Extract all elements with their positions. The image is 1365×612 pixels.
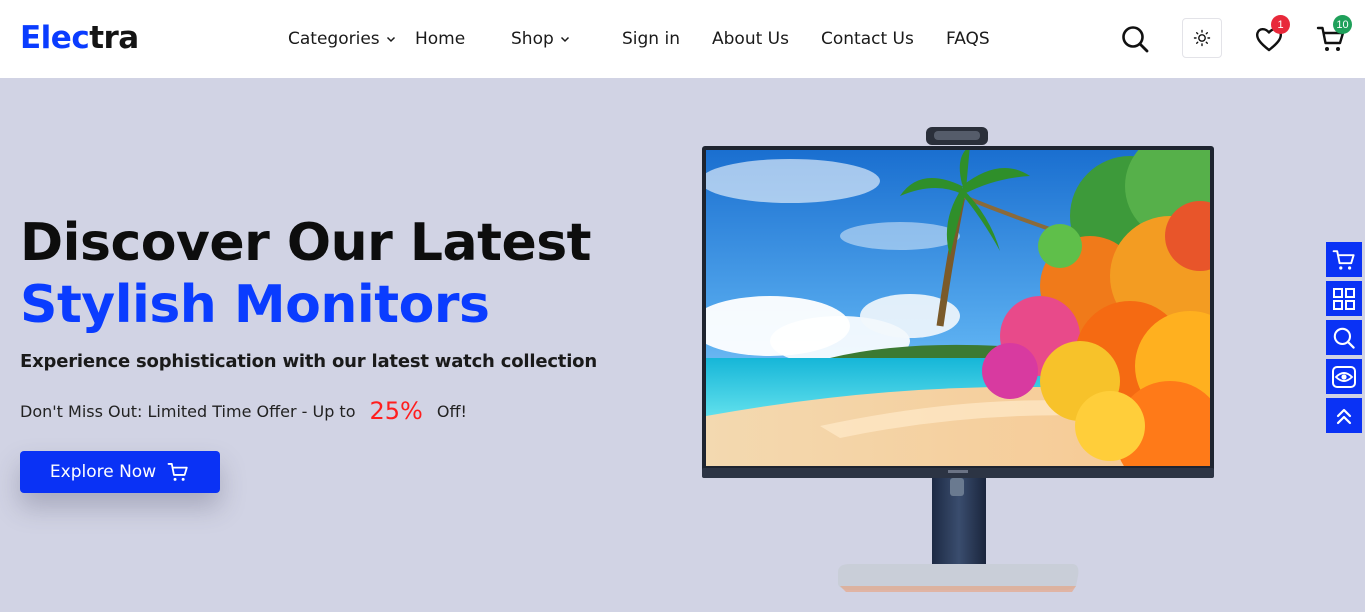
double-chevron-up-icon [1336,408,1352,424]
eye-icon [1332,365,1356,388]
brand-name-part1: Elec [20,20,90,56]
nav-item-label: Categories [288,29,380,49]
site-header: Electra Categories Home Shop Sign in Abo… [0,0,1365,78]
offer-text: Don't Miss Out: Limited Time Offer - Up … [20,396,467,426]
cart-button[interactable]: 10 [1316,15,1352,54]
monitor-product-image [702,127,1214,592]
nav-item-about-us[interactable]: About Us [712,24,789,54]
nav-item-faqs[interactable]: FAQS [946,24,990,54]
hero-title: Discover Our Latest Stylish Monitors [20,212,592,336]
nav-item-contact-us[interactable]: Contact Us [821,24,914,54]
nav-item-label: Home [415,29,466,49]
nav-item-label: FAQS [946,29,990,49]
explore-now-label: Explore Now [49,462,157,482]
chevron-down-icon [386,36,395,43]
cart-icon [167,463,188,481]
nav-item-categories[interactable]: Categories [288,24,396,54]
nav-item-sign-in[interactable]: Sign in [622,24,680,54]
wishlist-count-badge: 1 [1271,15,1290,34]
offer-suffix: Off! [436,401,467,421]
nav-item-label: Shop [511,29,554,49]
offer-percent: 25% [369,397,423,425]
search-icon [1333,327,1355,349]
nav-item-home[interactable]: Home [415,24,465,54]
cart-icon [1332,249,1355,270]
hero-title-line2: Stylish Monitors [20,275,490,335]
nav-item-label: About Us [712,29,789,49]
hero-title-line1: Discover Our Latest [20,213,592,273]
theme-toggle-button[interactable] [1182,18,1222,58]
grid-icon [1333,287,1355,310]
offer-prefix: Don't Miss Out: Limited Time Offer - Up … [20,401,356,421]
brand-name-part2: tra [89,20,139,56]
nav-item-shop[interactable]: Shop [511,24,570,54]
wishlist-button[interactable]: 1 [1254,15,1290,54]
sun-icon [1193,29,1211,47]
side-scroll-top-button[interactable] [1326,398,1362,433]
cart-count-badge: 10 [1333,15,1352,34]
hero-subtitle: Experience sophistication with our lates… [20,351,597,372]
explore-now-button[interactable]: Explore Now [20,451,220,493]
side-view-button[interactable] [1326,359,1362,394]
floating-side-toolbar [1326,242,1362,437]
nav-item-label: Contact Us [821,29,914,49]
side-cart-button[interactable] [1326,242,1362,277]
search-icon[interactable] [1120,24,1150,54]
side-categories-button[interactable] [1326,281,1362,316]
chevron-down-icon [560,36,569,43]
nav-item-label: Sign in [622,29,680,49]
brand-logo[interactable]: Electra [20,18,139,58]
side-search-button[interactable] [1326,320,1362,355]
